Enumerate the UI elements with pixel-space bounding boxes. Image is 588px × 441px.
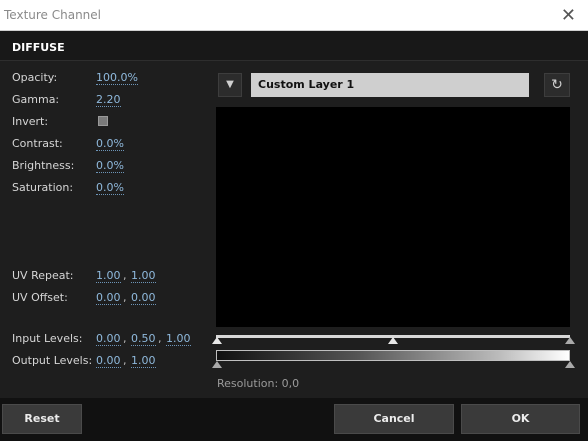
- ok-button[interactable]: OK: [461, 404, 580, 434]
- chevron-down-icon: ▼: [226, 79, 234, 90]
- invert-checkbox[interactable]: [98, 116, 108, 126]
- output-low-handle[interactable]: [212, 361, 222, 368]
- output-levels-separator: ,: [123, 354, 127, 367]
- section-header: DIFFUSE: [0, 31, 588, 61]
- uv-repeat-u-value[interactable]: 1.00: [96, 269, 121, 283]
- uv-repeat-label: UV Repeat:: [12, 269, 74, 282]
- window-title: Texture Channel: [4, 8, 102, 22]
- gamma-value[interactable]: 2.20: [96, 93, 121, 107]
- dialog-body: DIFFUSE Opacity: 100.0% Gamma: 2.20 Inve…: [0, 31, 588, 441]
- texture-preview: [216, 107, 570, 327]
- input-high-handle[interactable]: [565, 337, 575, 344]
- title-bar: Texture Channel ✕: [0, 0, 588, 31]
- refresh-button[interactable]: ↻: [544, 73, 570, 97]
- input-levels-high-value[interactable]: 1.00: [166, 332, 191, 346]
- uv-offset-v-value[interactable]: 0.00: [131, 291, 156, 305]
- input-mid-handle[interactable]: [388, 337, 398, 344]
- uv-repeat-v-value[interactable]: 1.00: [131, 269, 156, 283]
- resolution-text: Resolution: 0,0: [217, 377, 300, 390]
- footer-bar: Reset Cancel OK: [0, 398, 588, 441]
- contrast-label: Contrast:: [12, 137, 63, 150]
- opacity-label: Opacity:: [12, 71, 58, 84]
- gamma-label: Gamma:: [12, 93, 60, 106]
- saturation-value[interactable]: 0.0%: [96, 181, 124, 195]
- output-high-handle[interactable]: [565, 361, 575, 368]
- uv-offset-separator: ,: [123, 291, 127, 304]
- saturation-label: Saturation:: [12, 181, 74, 194]
- contrast-value[interactable]: 0.0%: [96, 137, 124, 151]
- layer-name-field[interactable]: Custom Layer 1: [251, 73, 529, 97]
- brightness-label: Brightness:: [12, 159, 75, 172]
- uv-offset-u-value[interactable]: 0.00: [96, 291, 121, 305]
- close-icon[interactable]: ✕: [561, 5, 576, 26]
- cancel-button[interactable]: Cancel: [334, 404, 454, 434]
- reset-button[interactable]: Reset: [2, 404, 82, 434]
- input-levels-separator-2: ,: [158, 332, 162, 345]
- brightness-value[interactable]: 0.0%: [96, 159, 124, 173]
- input-low-handle[interactable]: [212, 337, 222, 344]
- layer-dropdown-button[interactable]: ▼: [218, 73, 242, 97]
- opacity-value[interactable]: 100.0%: [96, 71, 138, 85]
- uv-repeat-separator: ,: [123, 269, 127, 282]
- section-title: DIFFUSE: [12, 41, 65, 54]
- invert-label: Invert:: [12, 115, 49, 128]
- output-levels-high-value[interactable]: 1.00: [131, 354, 156, 368]
- output-levels-low-value[interactable]: 0.00: [96, 354, 121, 368]
- input-levels-mid-value[interactable]: 0.50: [131, 332, 156, 346]
- uv-offset-label: UV Offset:: [12, 291, 68, 304]
- input-levels-separator-1: ,: [123, 332, 127, 345]
- output-levels-gradient[interactable]: [216, 350, 570, 361]
- input-levels-label: Input Levels:: [12, 332, 83, 345]
- input-levels-low-value[interactable]: 0.00: [96, 332, 121, 346]
- refresh-icon: ↻: [551, 77, 563, 93]
- output-levels-label: Output Levels:: [12, 354, 93, 367]
